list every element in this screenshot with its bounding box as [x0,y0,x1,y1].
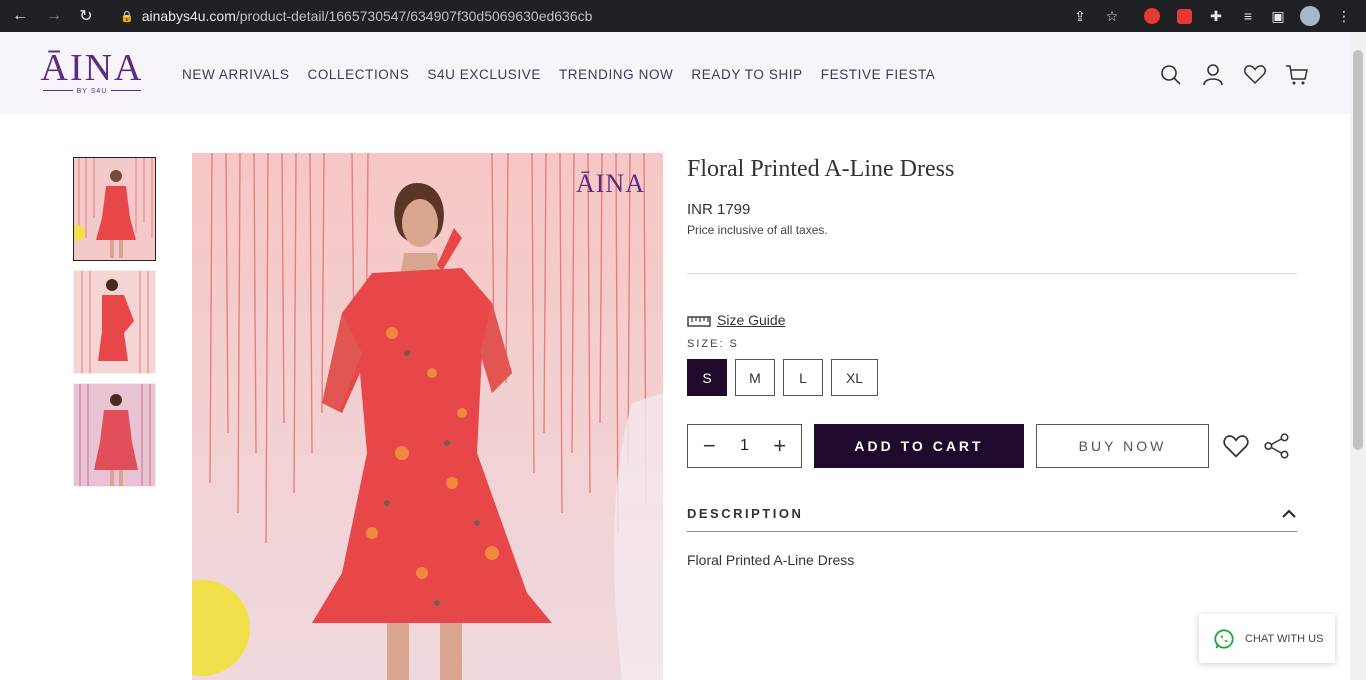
account-icon[interactable] [1200,62,1226,88]
product-price: INR 1799 [687,201,751,218]
size-label: SIZE: S [687,338,739,350]
chat-widget[interactable]: CHAT WITH US [1199,614,1335,663]
description-heading: DESCRIPTION [687,506,804,521]
size-options: S M L XL [687,359,1297,396]
share-icon[interactable]: ⇪ [1068,4,1092,28]
forward-icon[interactable]: → [40,2,68,30]
lock-icon: 🔒 [120,10,134,23]
buy-now-button[interactable]: BUY NOW [1036,424,1209,468]
tax-note: Price inclusive of all taxes. [687,223,828,237]
quantity-stepper: − 1 + [687,424,802,468]
heart-icon[interactable] [1221,431,1251,461]
site-header: ĀINA BY S4U NEW ARRIVALS COLLECTIONS S4U… [0,32,1350,114]
quantity-value[interactable]: 1 [740,437,749,455]
main-menu: NEW ARRIVALS COLLECTIONS S4U EXCLUSIVE T… [182,67,935,82]
media-extension-icon[interactable] [1172,4,1196,28]
product-thumbnail[interactable] [73,383,156,487]
add-to-cart-button[interactable]: ADD TO CART [814,424,1024,468]
profile-avatar[interactable] [1298,4,1322,28]
menu-festive-fiesta[interactable]: FESTIVE FIESTA [821,67,936,82]
adblock-extension-icon[interactable] [1140,4,1164,28]
divider [687,273,1297,274]
product-info: Floral Printed A-Line Dress INR 1799 Pri… [687,153,1297,568]
menu-ready-to-ship[interactable]: READY TO SHIP [691,67,802,82]
url-path: /product-detail/1665730547/634907f30d506… [235,8,593,24]
cart-actions: − 1 + ADD TO CART BUY NOW [687,424,1297,468]
product-thumbnail[interactable] [73,157,156,261]
size-option-m[interactable]: M [735,359,775,396]
search-icon[interactable] [1158,62,1184,88]
size-guide-label: Size Guide [717,312,786,328]
logo-subtext: BY S4U [76,88,108,95]
browser-toolbar: ← → ↻ 🔒 ainabys4u.com/product-detail/166… [0,0,1366,32]
main-product-image[interactable]: ĀINA [192,153,663,680]
scrollbar-thumb[interactable] [1353,50,1363,450]
plus-icon[interactable]: + [768,433,792,459]
star-icon[interactable]: ☆ [1100,4,1124,28]
minus-icon[interactable]: − [697,433,721,459]
extensions-icon[interactable]: ✚ [1204,4,1228,28]
url-host: ainabys4u.com [141,8,236,24]
size-option-s[interactable]: S [687,359,727,396]
menu-collections[interactable]: COLLECTIONS [307,67,409,82]
site-logo[interactable]: ĀINA BY S4U [40,47,144,95]
chat-label: CHAT WITH US [1245,632,1324,645]
menu-new-arrivals[interactable]: NEW ARRIVALS [182,67,289,82]
browser-menu-icon[interactable]: ⋮ [1332,4,1356,28]
logo-text: ĀINA [40,47,144,89]
size-option-xl[interactable]: XL [831,359,878,396]
product-thumbnail[interactable] [73,270,156,374]
whatsapp-icon [1214,628,1234,649]
size-guide-link[interactable]: Size Guide [687,312,1297,328]
reload-icon[interactable]: ↻ [72,2,100,30]
menu-trending-now[interactable]: TRENDING NOW [559,67,673,82]
image-watermark-logo: ĀINA [576,169,645,198]
product-title: Floral Printed A-Line Dress [687,156,955,182]
description-accordion[interactable]: DESCRIPTION [687,506,1297,532]
media-control-icon[interactable]: ≡ [1236,4,1260,28]
share-icon[interactable] [1263,432,1291,460]
sidepanel-icon[interactable]: ▣ [1266,4,1290,28]
address-bar[interactable]: 🔒 ainabys4u.com/product-detail/166573054… [110,3,1130,29]
menu-s4u-exclusive[interactable]: S4U EXCLUSIVE [427,67,541,82]
page-scrollbar[interactable] [1350,32,1366,680]
description-text: Floral Printed A-Line Dress [687,552,855,568]
chevron-up-icon[interactable] [1281,509,1297,519]
size-option-l[interactable]: L [783,359,823,396]
wishlist-icon[interactable] [1242,62,1268,88]
cart-icon[interactable] [1284,62,1310,88]
back-icon[interactable]: ← [6,2,34,30]
thumbnail-list [73,157,156,496]
ruler-icon [687,316,711,327]
